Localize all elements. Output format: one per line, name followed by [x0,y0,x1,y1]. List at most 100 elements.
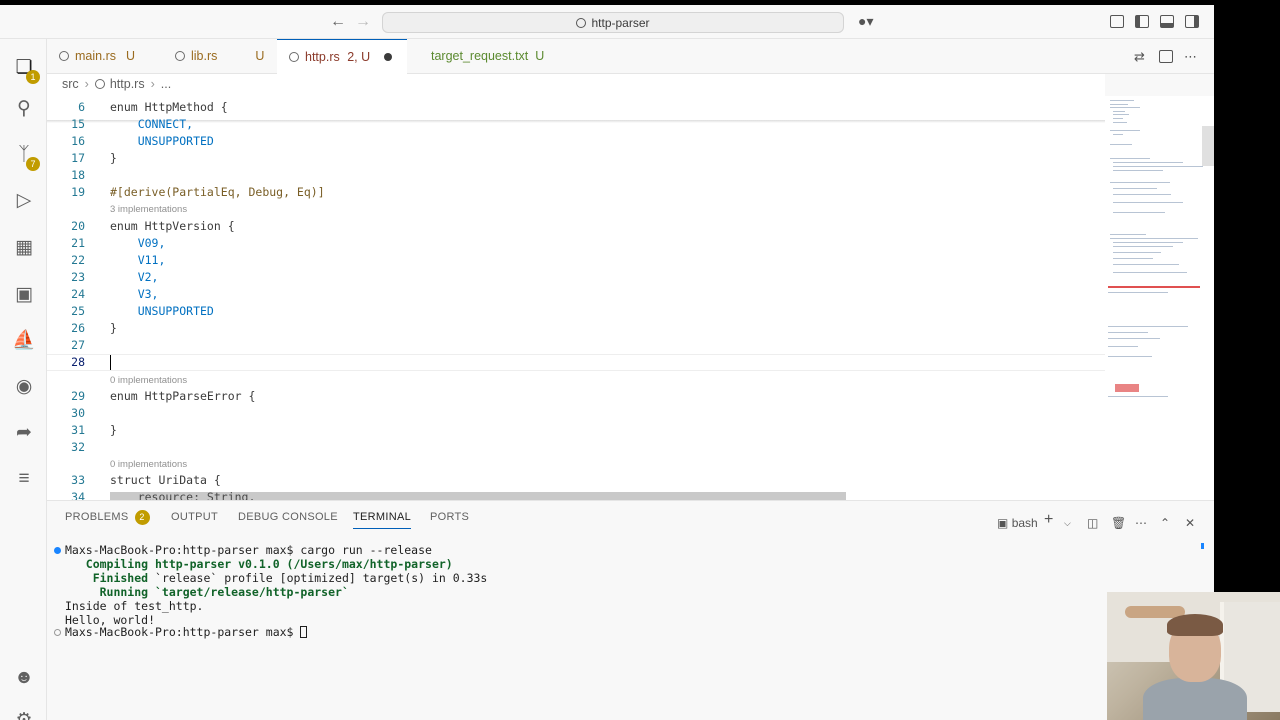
source-control-badge: 7 [26,157,40,171]
copilot-icon[interactable]: ●▾ [858,13,873,30]
minimap[interactable] [1105,96,1214,500]
line-number: 33 [71,473,85,487]
breadcrumb-file[interactable]: http.rs [110,77,145,91]
more-actions-icon[interactable]: ⋯ [1135,516,1147,530]
tab-terminal[interactable]: TERMINAL [353,509,412,529]
terminal-finished-keyword: Finished [65,571,149,585]
command-center-label: http-parser [591,16,650,30]
customize-layout-icon[interactable] [1110,15,1124,28]
vscode-window: ← → http-parser ●▾ ❏ 1 ⚲ ᛉ 7 ▷ ▦ ▣ ⛵ ◉ ➦… [0,5,1214,720]
account-icon[interactable]: ☻ [12,666,36,690]
line-number: 21 [71,236,85,250]
remote-explorer-icon[interactable]: ▣ [12,283,36,307]
code-line: 17} [47,150,1105,167]
code-line: 15 CONNECT, [47,116,1105,133]
close-panel-icon[interactable]: ✕ [1185,516,1195,530]
code-text: enum HttpParseError { [110,389,256,403]
terminal-icon: ▣ [997,516,1009,530]
code-line: 29 enum HttpParseError { [47,388,1105,405]
testing-icon[interactable]: ◉ [12,375,36,399]
tab-problems[interactable]: PROBLEMS 2 [65,509,150,529]
horizontal-scrollbar[interactable] [110,492,846,500]
code-text: V2, [110,270,159,284]
terminal-line: Compiling http-parser v0.1.0 (/Users/max… [65,557,453,571]
tab-main-rs[interactable]: main.rs U [47,39,163,74]
unsaved-dot-icon[interactable] [384,53,393,61]
codelens-implementations[interactable]: 0 implementations [110,375,187,387]
forward-arrow-icon[interactable]: → [355,13,371,31]
line-number: 23 [71,270,85,284]
code-line: 30 [47,405,1105,422]
toggle-primary-sidebar-icon[interactable] [1135,15,1149,28]
tab-output[interactable]: OUTPUT [171,509,218,529]
breadcrumb-symbol[interactable]: ... [161,77,171,91]
terminal-finished-text: `release` profile [optimized] target(s) … [148,571,488,585]
shell-name: bash [1011,516,1038,530]
code-line: 32 [47,439,1105,456]
toggle-secondary-sidebar-icon[interactable] [1185,15,1199,28]
maximize-panel-icon[interactable]: ⌃ [1160,516,1170,530]
line-number: 6 [78,100,85,114]
code-line: 23 V2, [47,269,1105,286]
breadcrumb-folder[interactable]: src [62,77,79,91]
chevron-right-icon: › [84,77,89,91]
command-marker [54,629,61,636]
code-editor[interactable]: 6 enum HttpMethod { 15 CONNECT, 16 UNSUP… [47,96,1105,500]
back-arrow-icon[interactable]: ← [330,13,346,31]
bottom-panel: PROBLEMS 2 OUTPUT DEBUG CONSOLE TERMINAL … [47,500,1214,720]
command-success-marker [54,547,61,554]
tab-lib-rs[interactable]: lib.rs U [163,39,277,74]
terminal-line: Maxs-MacBook-Pro:http-parser max$ cargo … [65,543,432,557]
code-line: 26} [47,320,1105,337]
code-line: 19 #[derive(PartialEq, Debug, Eq)] [47,184,1105,201]
code-text: UNSUPPORTED [110,134,214,148]
explorer-icon[interactable]: ❏ 1 [12,56,40,84]
more-actions-icon[interactable]: ⋯ [1184,50,1198,63]
tab-label: lib.rs [191,49,218,63]
line-number: 32 [71,440,85,454]
command-center-search[interactable]: http-parser [382,12,844,33]
trash-icon[interactable]: 🗑 [1111,516,1126,530]
search-icon[interactable]: ⚲ [12,97,36,121]
line-number: 34 [71,490,85,500]
chevron-down-icon[interactable]: ⌵ [1064,516,1071,530]
live-share-icon[interactable]: ➦ [12,421,36,445]
tab-status: 2, U [347,50,371,64]
search-icon [576,18,587,28]
tab-label: main.rs [75,49,116,63]
settings-gear-icon[interactable]: ⚙ [12,709,36,720]
code-line: 33 struct UriData { [47,472,1105,489]
tab-debug-console[interactable]: DEBUG CONSOLE [238,509,338,529]
editor-tabs: main.rs U lib.rs U http.rs 2, U target_req… [47,39,1214,74]
extensions-icon[interactable]: ▦ [12,236,36,260]
tab-status: U [125,49,136,63]
terminal-line: Inside of test_http. [65,599,204,613]
code-line: 24 V3, [47,286,1105,303]
code-text: CONNECT, [110,117,194,131]
minimap-slider[interactable] [1202,126,1214,166]
line-number: 15 [71,117,85,131]
terminal[interactable]: Maxs-MacBook-Pro:http-parser max$ cargo … [47,541,1214,716]
new-terminal-icon[interactable]: + [1044,512,1053,528]
split-editor-icon[interactable] [1159,50,1173,63]
problems-count-badge: 2 [134,510,150,525]
codelens-implementations[interactable]: 3 implementations [110,204,187,216]
tab-target-request-txt[interactable]: target_request.txt U [417,39,567,74]
terminal-prompt-line: Maxs-MacBook-Pro:http-parser max$ [65,625,308,639]
docker-icon[interactable]: ⛵ [12,329,36,353]
split-terminal-icon[interactable]: ◫ [1087,516,1098,530]
line-number: 20 [71,219,85,233]
source-control-icon[interactable]: ᛉ 7 [12,143,40,171]
toggle-panel-icon[interactable] [1160,15,1174,28]
scroll-indicator [1201,543,1204,549]
compare-changes-icon[interactable]: ⇄ [1134,50,1148,63]
tab-label: PROBLEMS [65,511,129,523]
codelens-implementations[interactable]: 0 implementations [110,459,187,471]
tab-http-rs[interactable]: http.rs 2, U [277,39,407,74]
code-text: } [110,151,117,165]
timeline-icon[interactable]: ≡ [12,467,36,491]
chevron-right-icon: › [150,77,155,91]
terminal-shell-selector[interactable]: ▣ bash [997,516,1038,530]
run-debug-icon[interactable]: ▷ [12,189,36,213]
tab-ports[interactable]: PORTS [430,509,469,529]
